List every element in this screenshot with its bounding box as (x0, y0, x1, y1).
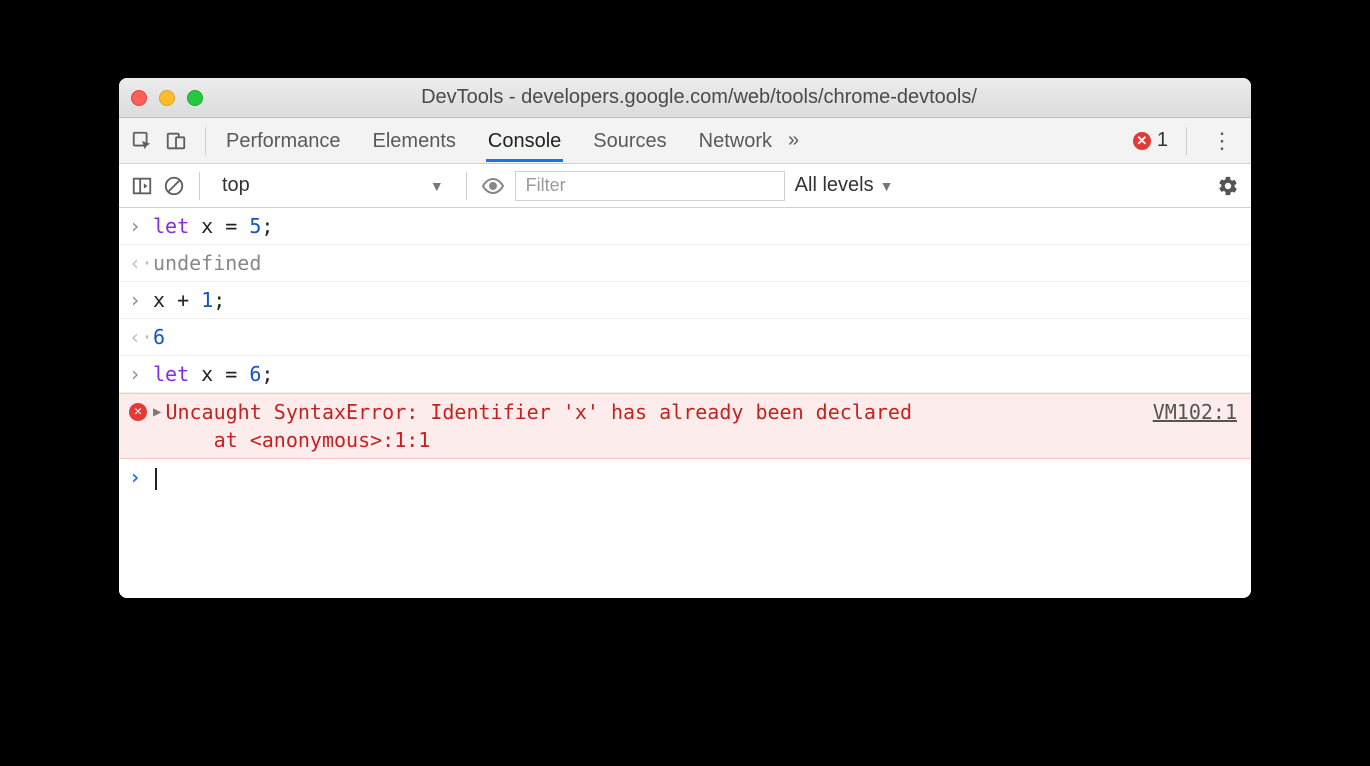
error-count-badge[interactable]: ✕ 1 (1133, 129, 1168, 152)
console-error-row: ✕ ▶Uncaught SyntaxError: Identifier 'x' h… (119, 393, 1251, 459)
text-cursor (155, 468, 157, 490)
console-toolbar: top ▼ All levels ▼ (119, 164, 1251, 208)
tabs-overflow-button[interactable]: » (784, 129, 803, 152)
console-output: ›let x = 5;‹·undefined›x + 1;‹·6›let x =… (119, 208, 1251, 598)
error-message: Uncaught SyntaxError: Identifier 'x' has… (165, 398, 1152, 454)
divider (199, 172, 200, 200)
result-marker-icon: ‹· (129, 323, 153, 351)
divider (205, 127, 206, 155)
divider (466, 172, 467, 200)
clear-console-icon[interactable] (163, 175, 185, 197)
console-result-row: ‹·undefined (119, 245, 1251, 282)
panel-tabstrip: Performance Elements Console Sources Network… (119, 118, 1251, 164)
divider (1186, 127, 1187, 155)
traffic-lights (131, 90, 203, 106)
log-levels-label: All levels (795, 174, 874, 197)
input-marker-icon: › (129, 212, 153, 240)
tab-network[interactable]: Network (697, 120, 774, 162)
minimize-window-button[interactable] (159, 90, 175, 106)
tab-sources[interactable]: Sources (591, 120, 668, 162)
tab-console[interactable]: Console (486, 120, 563, 162)
close-window-button[interactable] (131, 90, 147, 106)
live-expression-icon[interactable] (481, 174, 505, 198)
console-code: let x = 5; (153, 212, 1237, 240)
error-icon: ✕ (129, 403, 147, 421)
console-result: undefined (153, 249, 1237, 277)
console-prompt-row[interactable]: › (119, 459, 1251, 495)
devtools-window: DevTools - developers.google.com/web/too… (119, 78, 1251, 598)
result-marker-icon: ‹· (129, 249, 153, 277)
console-input-row: ›let x = 6; (119, 356, 1251, 393)
titlebar: DevTools - developers.google.com/web/too… (119, 78, 1251, 118)
console-code: let x = 6; (153, 360, 1237, 388)
console-prompt-input[interactable] (153, 463, 1237, 491)
tab-elements[interactable]: Elements (371, 120, 458, 162)
toggle-console-sidebar-icon[interactable] (131, 175, 153, 197)
console-result-row: ‹·6 (119, 319, 1251, 356)
window-title: DevTools - developers.google.com/web/too… (219, 86, 1239, 109)
input-marker-icon: › (129, 286, 153, 314)
error-count: 1 (1157, 129, 1168, 152)
log-levels-select[interactable]: All levels ▼ (795, 174, 894, 197)
inspector-icons (131, 130, 187, 152)
inspect-element-icon[interactable] (131, 130, 153, 152)
expand-error-icon[interactable]: ▶ (153, 398, 161, 426)
console-input-row: ›x + 1; (119, 282, 1251, 319)
execution-context-label: top (222, 174, 250, 197)
chevron-down-icon: ▼ (430, 178, 444, 194)
filter-input[interactable] (515, 171, 785, 201)
panel-tabs: Performance Elements Console Sources Network (224, 120, 774, 162)
chevron-down-icon: ▼ (880, 178, 894, 194)
device-toolbar-icon[interactable] (165, 130, 187, 152)
tab-performance[interactable]: Performance (224, 120, 343, 162)
error-icon: ✕ (1133, 132, 1151, 150)
more-options-button[interactable]: ⋮ (1205, 128, 1239, 154)
input-marker-icon: › (129, 360, 153, 388)
console-input-row: ›let x = 5; (119, 208, 1251, 245)
execution-context-select[interactable]: top ▼ (214, 170, 452, 201)
error-source-link[interactable]: VM102:1 (1153, 398, 1237, 426)
zoom-window-button[interactable] (187, 90, 203, 106)
console-settings-icon[interactable] (1217, 175, 1239, 197)
console-code: x + 1; (153, 286, 1237, 314)
console-result: 6 (153, 323, 1237, 351)
prompt-marker-icon: › (129, 463, 153, 491)
